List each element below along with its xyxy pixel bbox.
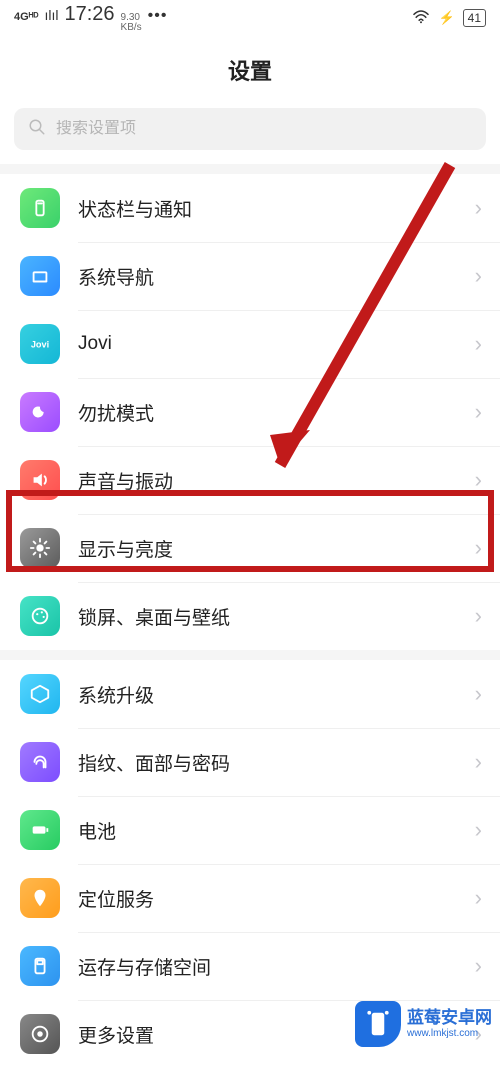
wallpaper-icon — [20, 596, 60, 636]
upgrade-icon — [20, 674, 60, 714]
watermark-logo-icon — [355, 1001, 401, 1047]
clock: 17:26 — [64, 3, 114, 26]
item-label: 锁屏、桌面与壁纸 — [78, 603, 475, 630]
item-label: 声音与振动 — [78, 467, 475, 494]
wifi-icon — [412, 10, 430, 27]
search-box[interactable] — [14, 108, 486, 150]
item-status-bar-notify[interactable]: 状态栏与通知 › — [0, 174, 500, 242]
battery-icon — [20, 810, 60, 850]
chevron-right-icon: › — [475, 603, 482, 629]
display-icon — [20, 528, 60, 568]
chevron-right-icon: › — [475, 953, 482, 979]
item-biometrics[interactable]: 指纹、面部与密码 › — [0, 728, 500, 796]
item-system-nav[interactable]: 系统导航 › — [0, 242, 500, 310]
chevron-right-icon: › — [475, 331, 482, 357]
chevron-right-icon: › — [475, 885, 482, 911]
location-icon — [20, 878, 60, 918]
status-bar: 4Gᴴᴰ ılıl 17:26 9.30KB/s ••• ⚡ 41 — [0, 0, 500, 36]
page-title: 设置 — [0, 54, 500, 86]
watermark: 蓝莓安卓网 www.lmkjst.com — [355, 1001, 492, 1047]
item-label: 电池 — [78, 817, 475, 844]
more-settings-icon — [20, 1014, 60, 1054]
chevron-right-icon: › — [475, 681, 482, 707]
item-display[interactable]: 显示与亮度 › — [0, 514, 500, 582]
nav-icon — [20, 256, 60, 296]
item-label: 勿扰模式 — [78, 399, 475, 426]
search-input[interactable] — [56, 120, 472, 138]
item-label: 指纹、面部与密码 — [78, 749, 475, 776]
more-indicator-icon: ••• — [148, 7, 168, 25]
item-battery[interactable]: 电池 › — [0, 796, 500, 864]
dnd-icon — [20, 392, 60, 432]
item-label: 系统升级 — [78, 681, 475, 708]
status-bar-icon — [20, 188, 60, 228]
data-speed: 9.30KB/s — [121, 13, 142, 33]
chevron-right-icon: › — [475, 749, 482, 775]
chevron-right-icon: › — [475, 399, 482, 425]
battery-level: 41 — [463, 9, 486, 27]
status-left: 4Gᴴᴰ ılıl 17:26 9.30KB/s ••• — [14, 3, 167, 33]
item-wallpaper[interactable]: 锁屏、桌面与壁纸 › — [0, 582, 500, 650]
chevron-right-icon: › — [475, 817, 482, 843]
item-label: 运存与存储空间 — [78, 953, 475, 980]
fingerprint-icon — [20, 742, 60, 782]
sound-icon — [20, 460, 60, 500]
item-label: 定位服务 — [78, 885, 475, 912]
chevron-right-icon: › — [475, 535, 482, 561]
item-storage[interactable]: 运存与存储空间 › — [0, 932, 500, 1000]
jovi-icon: Jovi — [20, 324, 60, 364]
item-label: 系统导航 — [78, 263, 475, 290]
settings-group-1: 状态栏与通知 › 系统导航 › Jovi Jovi › 勿扰模式 › 声音与振动… — [0, 174, 500, 650]
network-indicator: 4Gᴴᴰ — [14, 11, 38, 23]
watermark-text: 蓝莓安卓网 www.lmkjst.com — [407, 1008, 492, 1039]
item-sound[interactable]: 声音与振动 › — [0, 446, 500, 514]
status-right: ⚡ 41 — [412, 9, 486, 27]
search-section — [0, 100, 500, 164]
item-location[interactable]: 定位服务 › — [0, 864, 500, 932]
svg-text:Jovi: Jovi — [31, 340, 49, 350]
item-label: 状态栏与通知 — [78, 195, 475, 222]
chevron-right-icon: › — [475, 263, 482, 289]
storage-icon — [20, 946, 60, 986]
chevron-right-icon: › — [475, 195, 482, 221]
item-system-upgrade[interactable]: 系统升级 › — [0, 660, 500, 728]
item-label: 显示与亮度 — [78, 535, 475, 562]
item-label: Jovi — [78, 333, 475, 355]
chevron-right-icon: › — [475, 467, 482, 493]
charging-icon: ⚡ — [438, 10, 454, 26]
item-dnd[interactable]: 勿扰模式 › — [0, 378, 500, 446]
signal-bars-icon: ılıl — [44, 7, 58, 23]
page-header: 设置 — [0, 36, 500, 100]
search-icon — [28, 118, 46, 141]
item-jovi[interactable]: Jovi Jovi › — [0, 310, 500, 378]
